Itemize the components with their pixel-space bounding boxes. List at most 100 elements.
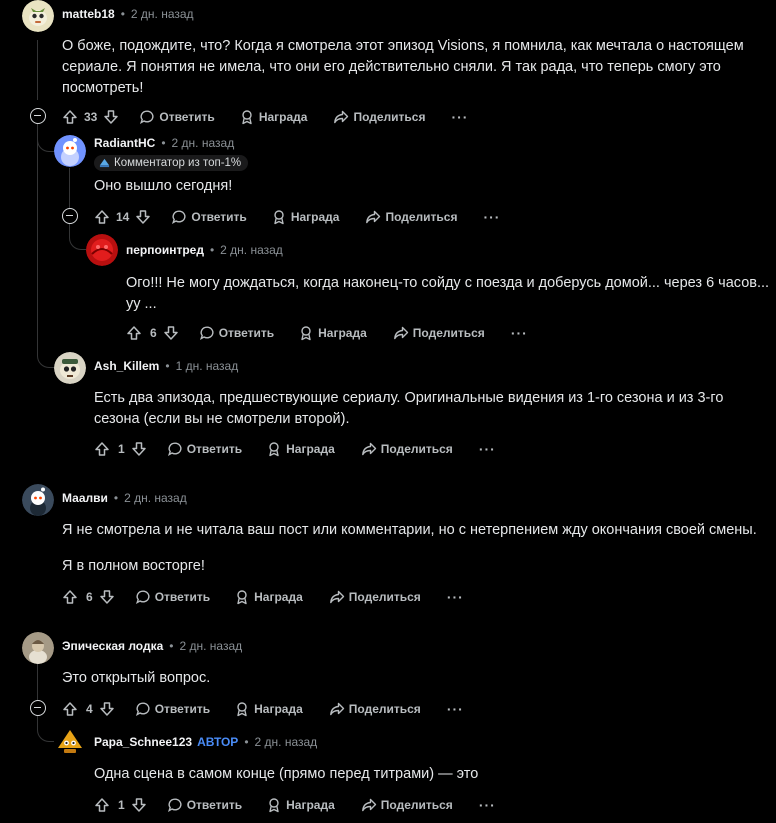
timestamp[interactable]: 1 дн. назад [176,359,239,373]
comment-bubble-icon [135,702,150,716]
separator-dot: • [209,243,215,257]
upvote-button[interactable] [62,589,78,605]
comment-meta: перпоинтред • 2 дн. назад [126,243,283,257]
timestamp[interactable]: 2 дн. назад [124,491,187,505]
share-button[interactable]: Поделиться [365,209,457,225]
comment-bubble-icon [199,326,214,340]
comment-actions: 1 Ответить Награда Поделиться ··· [94,795,496,815]
avatar[interactable] [54,135,86,167]
share-icon [393,326,408,340]
upvote-button[interactable] [62,109,78,125]
username[interactable]: Эпическая лодка [62,639,163,653]
share-button[interactable]: Поделиться [333,109,425,125]
timestamp[interactable]: 2 дн. назад [220,243,283,257]
share-button[interactable]: Поделиться [329,701,421,717]
downvote-button[interactable] [99,701,115,717]
reply-button[interactable]: Ответить [139,109,215,125]
upvote-button[interactable] [94,441,110,457]
downvote-button[interactable] [163,325,179,341]
award-button[interactable]: Награда [266,441,335,457]
award-button[interactable]: Награда [234,589,303,605]
thread-connector [37,716,54,742]
share-button[interactable]: Поделиться [361,797,453,813]
downvote-button[interactable] [99,589,115,605]
timestamp[interactable]: 2 дн. назад [179,639,242,653]
upvote-button[interactable] [94,797,110,813]
upvote-button[interactable] [94,209,110,225]
share-label: Поделиться [380,442,453,456]
downvote-icon [131,442,146,456]
downvote-button[interactable] [131,797,147,813]
collapse-thread-button[interactable] [62,208,78,224]
reply-button[interactable]: Ответить [167,441,242,457]
separator-dot: • [113,491,119,505]
share-icon [361,442,376,456]
upvote-button[interactable] [126,325,142,341]
comment-bubble-icon [140,110,154,124]
reply-button[interactable]: Ответить [199,325,274,341]
collapse-thread-button[interactable] [30,700,46,716]
avatar[interactable] [86,234,118,266]
downvote-button[interactable] [103,109,119,125]
comment-actions: 4 Ответить Награда Поделиться ··· [62,699,464,719]
reply-button[interactable]: Ответить [171,209,247,225]
comment-actions: 14 Ответить Награда Поделиться ··· [94,207,500,227]
more-options-button[interactable]: ··· [479,797,496,813]
reply-label: Ответить [159,110,215,124]
award-button[interactable]: Награда [266,797,335,813]
award-button[interactable]: Награда [234,701,303,717]
reply-label: Ответить [191,210,247,224]
comment-bubble-icon [167,442,182,456]
share-label: Поделиться [348,702,421,716]
more-options-button[interactable]: ··· [483,209,500,225]
username[interactable]: Маалви [62,491,108,505]
downvote-icon [163,326,178,340]
upvote-button[interactable] [62,701,78,717]
reply-button[interactable]: Ответить [135,701,210,717]
share-button[interactable]: Поделиться [329,589,421,605]
share-icon [329,702,344,716]
avatar[interactable] [54,352,86,384]
avatar[interactable] [22,632,54,664]
share-icon [361,798,376,812]
award-button[interactable]: Награда [298,325,367,341]
username[interactable]: перпоинтред [126,243,204,257]
award-button[interactable]: Награда [271,209,339,225]
avatar[interactable] [54,726,86,758]
avatar[interactable] [22,484,54,516]
username[interactable]: RadiantHC [94,136,155,150]
downvote-button[interactable] [131,441,147,457]
downvote-icon [104,110,119,124]
comment-meta: Ash_Killem • 1 дн. назад [94,359,238,373]
comment-actions: 6 Ответить Награда Поделиться ··· [62,587,464,607]
username[interactable]: Ash_Killem [94,359,159,373]
share-icon [329,590,344,604]
thread-line [37,40,38,100]
avatar[interactable] [22,0,54,32]
timestamp[interactable]: 2 дн. назад [172,136,235,150]
more-options-button[interactable]: ··· [451,109,468,125]
award-label: Награда [286,442,335,456]
more-options-button[interactable]: ··· [511,325,528,341]
share-button[interactable]: Поделиться [393,325,485,341]
collapse-thread-button[interactable] [30,108,46,124]
reply-button[interactable]: Ответить [135,589,210,605]
comment-bubble-icon [172,210,186,224]
username[interactable]: matteb18 [62,7,115,21]
vote-count: 6 [150,326,157,340]
share-button[interactable]: Поделиться [361,441,453,457]
reply-button[interactable]: Ответить [167,797,242,813]
more-options-button[interactable]: ··· [447,701,464,717]
username[interactable]: Papa_Schnee123 [94,735,192,749]
comment-actions: 33 Ответить Награда Поделиться ··· [62,107,468,127]
more-options-button[interactable]: ··· [447,589,464,605]
separator-dot: • [161,136,166,150]
timestamp[interactable]: 2 дн. назад [255,735,318,749]
award-button[interactable]: Награда [239,109,307,125]
more-options-button[interactable]: ··· [479,441,496,457]
downvote-icon [99,590,114,604]
downvote-button[interactable] [135,209,151,225]
comment-body: Я не смотрела и не читала ваш пост или к… [62,522,757,538]
downvote-icon [131,798,146,812]
timestamp[interactable]: 2 дн. назад [131,7,194,21]
